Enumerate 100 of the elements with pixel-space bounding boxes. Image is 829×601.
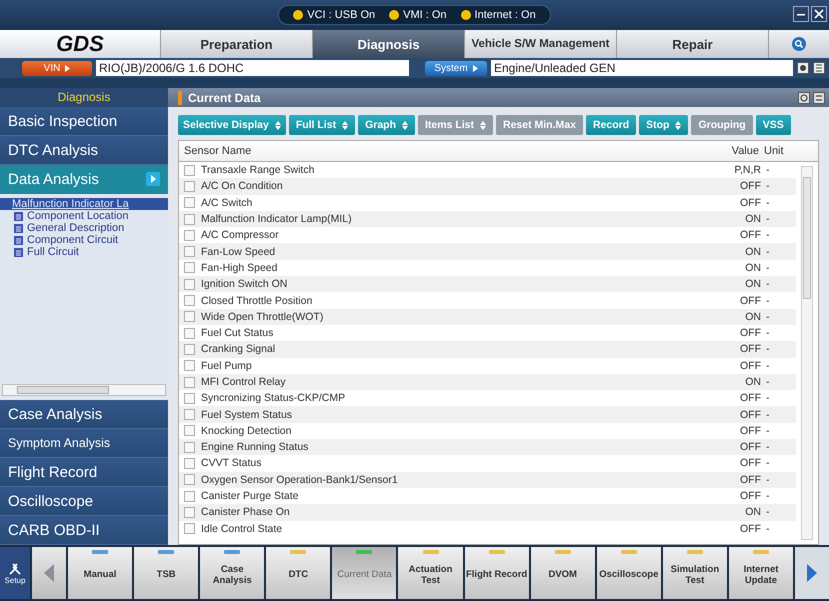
checkbox[interactable] bbox=[184, 197, 195, 208]
sidebar-item[interactable]: Data Analysis bbox=[0, 165, 168, 194]
checkbox[interactable] bbox=[184, 311, 195, 322]
checkbox[interactable] bbox=[184, 376, 195, 388]
bottom-tab[interactable]: Manual bbox=[68, 547, 132, 599]
table-cell-text: - bbox=[765, 327, 770, 340]
checkbox[interactable] bbox=[184, 392, 195, 404]
column-header: Unit bbox=[763, 145, 785, 157]
checkbox[interactable] bbox=[184, 180, 195, 192]
nav-tab[interactable]: Repair bbox=[616, 30, 768, 58]
checkbox[interactable] bbox=[184, 409, 195, 420]
table-cell-text: OFF bbox=[739, 343, 761, 356]
table-cell-text: - bbox=[765, 424, 770, 437]
table-cell-text: Fuel System Status bbox=[201, 408, 294, 421]
sidebar-item[interactable]: DTC Analysis bbox=[0, 136, 168, 165]
checkbox[interactable] bbox=[184, 164, 195, 176]
checkbox[interactable] bbox=[184, 295, 195, 306]
bottom-tab[interactable]: Flight Record bbox=[464, 547, 529, 599]
sidebar-item[interactable]: Symptom Analysis bbox=[0, 429, 168, 458]
checkbox[interactable] bbox=[184, 442, 195, 453]
table-cell-text: Engine Running Status bbox=[201, 441, 310, 454]
tree-item[interactable]: General Description bbox=[27, 222, 124, 234]
nav-tab[interactable]: Preparation bbox=[160, 30, 312, 58]
table-cell-text: - bbox=[765, 392, 770, 404]
table-cell-text: Transaxle Range Switch bbox=[201, 164, 316, 176]
checkbox[interactable] bbox=[184, 278, 195, 290]
sidebar-item[interactable]: CARB OBD-II bbox=[0, 516, 168, 545]
checkbox[interactable] bbox=[184, 344, 195, 355]
table-cell-text: - bbox=[765, 360, 770, 372]
table-cell-text: Knocking Detection bbox=[201, 424, 292, 437]
document-icon bbox=[14, 248, 23, 256]
checkbox[interactable] bbox=[184, 262, 195, 274]
table-cell-text: A/C On Condition bbox=[201, 180, 284, 192]
checkbox[interactable] bbox=[184, 246, 195, 258]
sidebar-item[interactable]: Flight Record bbox=[0, 458, 168, 487]
arrow-icon bbox=[472, 64, 478, 72]
checkbox[interactable] bbox=[184, 360, 195, 372]
table-cell-text: Canister Phase On bbox=[201, 506, 291, 518]
bottom-tab[interactable]: Case Analysis bbox=[200, 547, 264, 599]
bottom-tab[interactable]: Internet Update bbox=[728, 547, 794, 599]
bottom-tab[interactable]: Actuation Test bbox=[398, 547, 463, 599]
tree-item[interactable]: Component Circuit bbox=[27, 234, 118, 246]
table-cell-text: - bbox=[765, 474, 770, 486]
nav-tab[interactable]: Diagnosis bbox=[312, 30, 464, 58]
setup-button[interactable]: Setup bbox=[0, 547, 30, 599]
table-cell-text: - bbox=[765, 294, 770, 307]
table-cell-text: - bbox=[765, 310, 770, 323]
horizontal-scrollbar[interactable] bbox=[2, 384, 166, 396]
checkbox[interactable] bbox=[184, 458, 195, 469]
checkbox[interactable] bbox=[184, 230, 195, 241]
grid-icon[interactable] bbox=[813, 62, 825, 74]
vin-button[interactable]: VIN bbox=[22, 60, 92, 76]
table-cell-text: - bbox=[765, 376, 770, 388]
table-cell-text: OFF bbox=[739, 392, 761, 404]
system-button[interactable]: System bbox=[425, 60, 487, 76]
sidebar-title: Diagnosis bbox=[0, 88, 168, 107]
tree-item[interactable]: Component Location bbox=[27, 210, 129, 222]
bottom-tab[interactable]: DTC bbox=[266, 547, 330, 599]
tree-item[interactable]: Malfunction Indicator La bbox=[0, 198, 168, 210]
refresh-icon[interactable] bbox=[798, 92, 810, 104]
table-cell-text: - bbox=[765, 164, 770, 176]
search-icon[interactable] bbox=[792, 37, 806, 51]
table-cell-text: OFF bbox=[739, 294, 761, 307]
table-cell-text: Cranking Signal bbox=[201, 343, 276, 356]
updown-icon bbox=[675, 120, 682, 130]
minimize-icon[interactable] bbox=[793, 6, 809, 22]
vertical-scrollbar[interactable] bbox=[801, 166, 813, 540]
table-cell-text: Wide Open Throttle(WOT) bbox=[201, 310, 324, 323]
table-cell-text: ON bbox=[744, 246, 761, 258]
bottom-tab[interactable]: TSB bbox=[134, 547, 198, 599]
tree-item[interactable]: Full Circuit bbox=[27, 246, 79, 258]
checkbox[interactable] bbox=[184, 328, 195, 339]
table-cell-text: OFF bbox=[739, 180, 761, 192]
table-cell-text: - bbox=[765, 343, 770, 356]
checkbox[interactable] bbox=[184, 523, 195, 534]
checkbox[interactable] bbox=[184, 214, 195, 225]
list-icon[interactable] bbox=[813, 92, 825, 104]
system-field[interactable]: Engine/Unleaded GEN bbox=[491, 60, 793, 76]
checkbox[interactable] bbox=[184, 490, 195, 502]
nav-tab[interactable]: Vehicle S/W Management bbox=[464, 30, 616, 58]
sidebar-item[interactable]: Oscilloscope bbox=[0, 487, 168, 516]
tools-icon bbox=[8, 562, 22, 576]
close-icon[interactable] bbox=[811, 6, 827, 22]
table-cell-text: - bbox=[765, 229, 770, 242]
checkbox[interactable] bbox=[184, 474, 195, 486]
next-button[interactable] bbox=[795, 547, 829, 599]
column-header: Value bbox=[730, 145, 759, 157]
vin-field[interactable]: RIO(JB)/2006/G 1.6 DOHC bbox=[96, 60, 409, 76]
bottom-tab[interactable]: Oscilloscope bbox=[596, 547, 661, 599]
checkbox[interactable] bbox=[184, 425, 195, 436]
previous-button[interactable] bbox=[32, 547, 66, 599]
camera-icon[interactable] bbox=[797, 62, 809, 74]
bottom-tab[interactable]: Simulation Test bbox=[662, 547, 727, 599]
checkbox[interactable] bbox=[184, 506, 195, 518]
left-arrow-icon bbox=[44, 564, 54, 582]
sidebar-item[interactable]: Basic Inspection bbox=[0, 107, 168, 136]
table-cell-text: - bbox=[765, 506, 770, 518]
sidebar-item[interactable]: Case Analysis bbox=[0, 400, 168, 429]
table-cell-text: ON bbox=[744, 213, 761, 226]
bottom-tab[interactable]: DVOM bbox=[530, 547, 595, 599]
